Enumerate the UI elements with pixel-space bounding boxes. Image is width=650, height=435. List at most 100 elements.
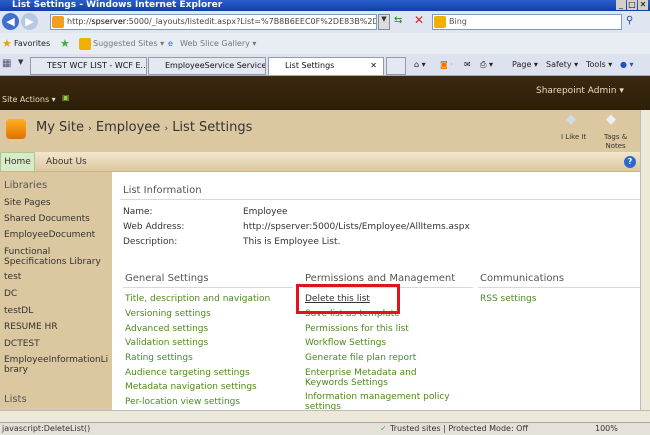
search-icon[interactable]: ⚲ — [626, 15, 633, 26]
tools-menu[interactable]: Tools ▾ — [586, 57, 612, 73]
search-input[interactable]: Bing — [432, 14, 622, 30]
description-value: This is Employee List. — [243, 237, 341, 247]
page-menu[interactable]: Page ▾ — [512, 57, 538, 73]
tab-list-settings[interactable]: List Settings ✕ — [268, 57, 384, 75]
file-plan-report-link[interactable]: Generate file plan report — [305, 353, 416, 363]
stop-icon[interactable]: ✕ — [414, 13, 424, 27]
nav-item[interactable]: EmployeeInformationLibrary — [4, 355, 110, 375]
home-icon[interactable]: ⌂ ▾ — [414, 57, 426, 73]
web-slice-gallery-link[interactable]: Web Slice Gallery ▾ — [180, 33, 256, 54]
general-link[interactable]: Versioning settings — [125, 309, 211, 319]
name-label: Name: — [123, 207, 153, 217]
communications-heading: Communications — [480, 273, 565, 284]
general-link[interactable]: Advanced settings — [125, 324, 208, 334]
user-menu[interactable]: Sharepoint Admin ▾ — [536, 86, 624, 96]
site-logo — [6, 119, 26, 139]
maximize-button[interactable]: □ — [627, 0, 637, 10]
window-title-bar: List Settings - Windows Internet Explore… — [0, 0, 650, 11]
nav-about-us[interactable]: About Us — [46, 157, 87, 167]
back-button[interactable]: ◀ — [2, 13, 19, 30]
general-link[interactable]: Validation settings — [125, 338, 208, 348]
nav-item[interactable]: Shared Documents — [4, 214, 110, 224]
site-actions-menu[interactable]: Site Actions ▾ — [2, 95, 56, 104]
safety-menu[interactable]: Safety ▾ — [546, 57, 578, 73]
permissions-heading: Permissions and Management — [305, 273, 456, 284]
zoom-level[interactable]: 100% — [595, 423, 618, 435]
tab-list-dropdown[interactable]: ▼ — [18, 58, 23, 66]
nav-item[interactable]: Site Pages — [4, 198, 110, 208]
general-link[interactable]: Metadata navigation settings — [125, 382, 257, 392]
rss-settings-link[interactable]: RSS settings — [480, 294, 536, 304]
highlight-annotation — [296, 284, 400, 314]
list-information-heading: List Information — [123, 185, 202, 196]
favorites-bar: ★ Favorites ★ Suggested Sites ▾ e Web Sl… — [0, 33, 650, 54]
i-like-it-icon[interactable]: ◆ — [566, 112, 576, 127]
nav-item[interactable]: RESUME HR — [4, 322, 110, 332]
mail-icon[interactable]: ✉ — [464, 57, 471, 73]
top-nav — [0, 152, 640, 172]
general-link[interactable]: Rating settings — [125, 353, 193, 363]
horizontal-scrollbar[interactable] — [0, 410, 650, 422]
nav-item[interactable]: Functional Specifications Library — [4, 247, 110, 267]
address-row: ◀ ▶ http://spserver:5000/_layouts/listed… — [0, 11, 650, 33]
address-input[interactable]: http://spserver:5000/_layouts/listedit.a… — [50, 14, 377, 30]
quick-tabs-icon[interactable]: ▦ — [2, 58, 11, 69]
add-favorites-icon[interactable]: ★ — [60, 33, 70, 54]
new-tab-button[interactable] — [386, 57, 406, 75]
libraries-heading[interactable]: Libraries — [4, 181, 110, 191]
tab-row: ▦ ▼ TEST WCF LIST - WCF E... EmployeeSer… — [0, 54, 650, 76]
minimize-button[interactable]: _ — [616, 0, 626, 10]
close-tab-icon[interactable]: ✕ — [370, 58, 377, 74]
web-address-label: Web Address: — [123, 222, 185, 232]
favorites-button[interactable]: Favorites — [14, 33, 50, 54]
web-address-value: http://spserver:5000/Lists/Employee/AllI… — [243, 222, 470, 232]
info-policy-link[interactable]: Information management policy settings — [305, 392, 455, 412]
divider — [120, 199, 640, 200]
general-settings-heading: General Settings — [125, 273, 209, 284]
nav-item[interactable]: testDL — [4, 306, 110, 316]
close-window-button[interactable]: ✕ — [638, 0, 648, 10]
window-title: List Settings - Windows Internet Explore… — [12, 0, 223, 10]
breadcrumb-my-site[interactable]: My Site — [36, 120, 84, 135]
ie-icon: e — [168, 39, 173, 48]
workflow-settings-link[interactable]: Workflow Settings — [305, 338, 386, 348]
feeds-icon[interactable]: ◙ · — [440, 57, 453, 73]
breadcrumb: My Site › Employee › List Settings — [36, 120, 253, 135]
lists-heading[interactable]: Lists — [4, 395, 110, 405]
tab-employee-service[interactable]: EmployeeService Service — [148, 57, 266, 75]
security-zone[interactable]: Trusted sites | Protected Mode: Off — [390, 423, 528, 435]
nav-home[interactable]: Home — [0, 152, 35, 172]
site-favicon — [52, 16, 64, 28]
tags-notes-icon[interactable]: ◆ — [606, 112, 616, 127]
permissions-link[interactable]: Permissions for this list — [305, 324, 409, 334]
nav-item[interactable]: test — [4, 272, 110, 282]
sharepoint-ribbon: Site Actions ▾ ▣ Sharepoint Admin ▾ — [0, 76, 650, 110]
forward-button[interactable]: ▶ — [21, 13, 38, 30]
nav-item[interactable]: DCTEST — [4, 339, 110, 349]
vertical-scrollbar[interactable] — [640, 110, 650, 410]
name-value: Employee — [243, 207, 288, 217]
refresh-icon[interactable]: ⇆ — [394, 15, 402, 26]
suggested-sites-link[interactable]: Suggested Sites ▾ — [93, 33, 164, 54]
i-like-it-button[interactable]: I Like It — [561, 133, 586, 141]
help-icon[interactable]: ? — [624, 156, 636, 168]
status-text: javascript:DeleteList() — [2, 424, 91, 433]
favorites-star-icon: ★ — [2, 37, 12, 50]
breadcrumb-employee[interactable]: Employee — [96, 120, 160, 135]
general-link[interactable]: Per-location view settings — [125, 397, 240, 407]
trusted-check-icon: ✓ — [380, 424, 387, 433]
address-dropdown[interactable]: ▼ — [378, 14, 390, 30]
general-link[interactable]: Title, description and navigation — [125, 294, 270, 304]
general-link[interactable]: Audience targeting settings — [125, 368, 250, 378]
nav-item[interactable]: EmployeeDocument — [4, 230, 110, 240]
window-controls: _ □ ✕ — [615, 0, 648, 10]
tags-notes-button[interactable]: Tags & Notes — [604, 133, 627, 151]
print-icon[interactable]: ⎙ ▾ — [480, 57, 493, 73]
metadata-keywords-link[interactable]: Enterprise Metadata and Keywords Setting… — [305, 368, 455, 388]
navigate-up-icon[interactable]: ▣ — [62, 93, 70, 102]
status-bar: javascript:DeleteList() ✓ Trusted sites … — [0, 422, 650, 435]
breadcrumb-list-settings: List Settings — [172, 120, 253, 135]
help-icon[interactable]: ● ▾ — [620, 57, 634, 73]
tab-test-wcf-list[interactable]: TEST WCF LIST - WCF E... — [30, 57, 147, 75]
nav-item[interactable]: DC — [4, 289, 110, 299]
